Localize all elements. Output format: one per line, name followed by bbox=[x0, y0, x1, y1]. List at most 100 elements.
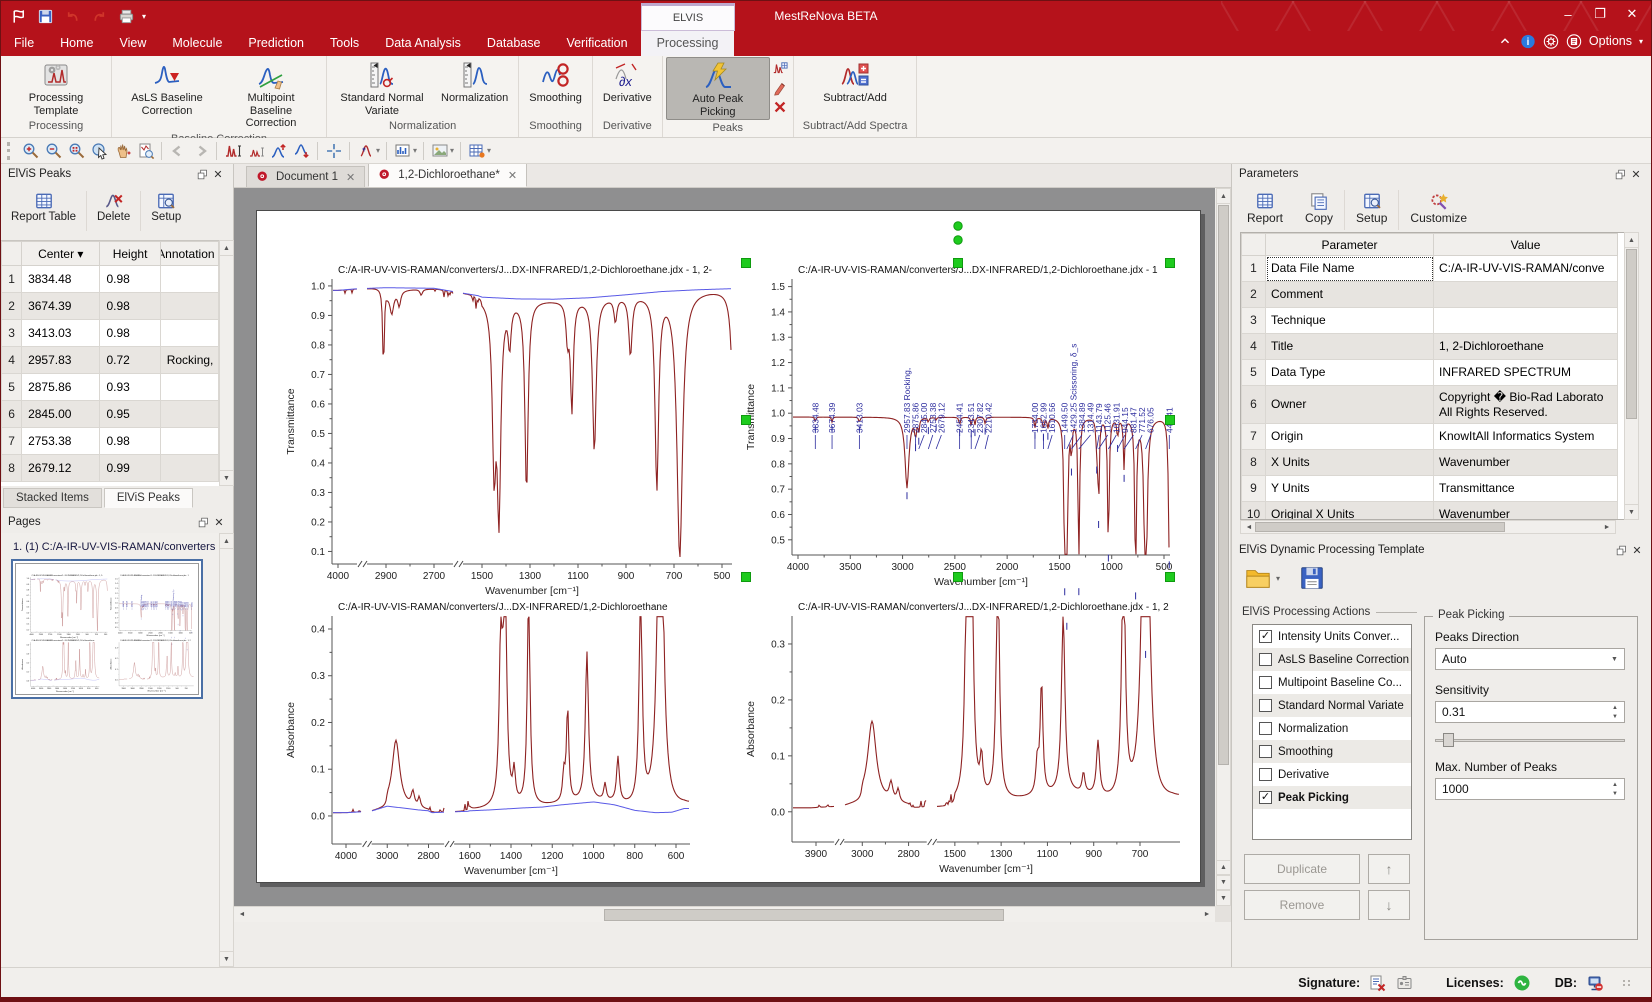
parameter-name[interactable]: Technique bbox=[1266, 308, 1434, 334]
column-header-height[interactable]: Height bbox=[100, 242, 160, 266]
row-number[interactable]: 4 bbox=[2, 347, 22, 374]
document-page[interactable]: 0.10.20.30.40.50.60.70.80.91.04000290027… bbox=[256, 210, 1201, 883]
ribbon-button-asls-baseline-correction[interactable]: AsLS Baseline Correction bbox=[115, 57, 219, 118]
action-item-normalization[interactable]: Normalization bbox=[1253, 717, 1411, 740]
action-item-multipoint-baseline-co[interactable]: Multipoint Baseline Co... bbox=[1253, 671, 1411, 694]
action-item-peak-picking[interactable]: ✓Peak Picking bbox=[1253, 786, 1411, 809]
move-down-button[interactable]: ↓ bbox=[1368, 890, 1410, 920]
menu-item-home[interactable]: Home bbox=[47, 31, 106, 56]
resize-grip[interactable] bbox=[1623, 980, 1631, 986]
report-preview-button[interactable] bbox=[134, 140, 157, 162]
display-options-button[interactable] bbox=[391, 140, 414, 162]
parameters-grid[interactable]: ParameterValue1Data File NameC:/A-IR-UV-… bbox=[1241, 233, 1618, 520]
parameter-row[interactable]: 5Data TypeINFRARED SPECTRUM bbox=[1242, 360, 1618, 386]
parameter-row[interactable]: 10Original X UnitsWavenumber bbox=[1242, 502, 1618, 521]
crosshair-button[interactable] bbox=[322, 140, 345, 162]
ribbon-button-multipoint-baseline-correction[interactable]: Multipoint Baseline Correction bbox=[219, 57, 323, 131]
peak-style-button[interactable] bbox=[354, 140, 377, 162]
page-down-icon[interactable]: ▼ bbox=[1217, 875, 1230, 890]
minimize-button[interactable]: – bbox=[1552, 2, 1584, 26]
checkbox-checked-icon[interactable]: ✓ bbox=[1259, 630, 1272, 643]
image-options-button[interactable] bbox=[428, 140, 451, 162]
ribbon-button-auto-peak-picking[interactable]: Auto Peak Picking bbox=[666, 57, 770, 120]
page-up-icon[interactable]: ▲ bbox=[1217, 860, 1230, 875]
scroll-down-icon[interactable]: ▼ bbox=[220, 470, 233, 485]
peaks-full-button[interactable] bbox=[221, 140, 244, 162]
cell[interactable] bbox=[160, 455, 218, 482]
action-item-asls-baseline-correction[interactable]: AsLS Baseline Correction bbox=[1253, 648, 1411, 671]
tab-elvis-peaks[interactable]: ElViS Peaks bbox=[104, 488, 193, 508]
cell[interactable]: 0.72 bbox=[100, 347, 160, 374]
checkbox-icon[interactable] bbox=[1259, 745, 1272, 758]
menu-item-verification[interactable]: Verification bbox=[553, 31, 640, 56]
parameter-value[interactable]: 1, 2-Dichloroethane bbox=[1434, 334, 1618, 360]
document-tab-1-2-dichloroethane[interactable]: 1,2-Dichloroethane*✕ bbox=[368, 163, 527, 187]
table-row[interactable]: 82679.120.99 bbox=[2, 455, 219, 482]
checkbox-icon[interactable] bbox=[1259, 676, 1272, 689]
chevron-down-icon[interactable]: ▾ bbox=[413, 146, 417, 155]
parameter-value[interactable]: Transmittance bbox=[1434, 476, 1618, 502]
chevron-down-icon[interactable]: ▾ bbox=[376, 146, 380, 155]
signature-id-icon[interactable] bbox=[1396, 974, 1414, 992]
column-header-parameter[interactable]: Parameter bbox=[1266, 234, 1434, 256]
peaks-table[interactable]: Center ▾HeightAnnotation13834.480.982367… bbox=[1, 240, 219, 486]
parameter-name[interactable]: Data File Name bbox=[1266, 256, 1434, 282]
ribbon-button-smoothing[interactable]: Smoothing bbox=[522, 57, 589, 106]
parameter-row[interactable]: 2Comment bbox=[1242, 282, 1618, 308]
row-number[interactable]: 2 bbox=[1242, 282, 1266, 308]
scrollbar-thumb[interactable] bbox=[1255, 522, 1505, 532]
scrollbar-thumb[interactable] bbox=[1626, 249, 1637, 419]
slider-thumb[interactable] bbox=[1443, 733, 1454, 747]
folder-caret-icon[interactable]: ▾ bbox=[1276, 574, 1280, 583]
cell[interactable]: 3834.48 bbox=[22, 266, 100, 293]
checkbox-icon[interactable] bbox=[1259, 699, 1272, 712]
action-item-standard-normal-variate[interactable]: Standard Normal Variate bbox=[1253, 694, 1411, 717]
parameter-name[interactable]: Title bbox=[1266, 334, 1434, 360]
parameter-row[interactable]: 9Y UnitsTransmittance bbox=[1242, 476, 1618, 502]
peak-add-button[interactable] bbox=[267, 140, 290, 162]
pages-scrollbar[interactable]: ▲ ▼ bbox=[219, 533, 234, 967]
scroll-up-icon[interactable]: ▲ bbox=[1625, 233, 1638, 248]
peak-remove-button[interactable] bbox=[290, 140, 313, 162]
undo-button[interactable] bbox=[61, 5, 83, 27]
zoom-region-button[interactable] bbox=[65, 140, 88, 162]
duplicate-button[interactable]: Duplicate bbox=[1244, 854, 1360, 884]
parameter-name[interactable]: X Units bbox=[1266, 450, 1434, 476]
maximize-button[interactable]: ❐ bbox=[1584, 2, 1616, 26]
parameter-value[interactable] bbox=[1434, 308, 1618, 334]
parameter-row[interactable]: 1Data File NameC:/A-IR-UV-VIS-RAMAN/conv… bbox=[1242, 256, 1618, 282]
menu-item-view[interactable]: View bbox=[107, 31, 160, 56]
table-row[interactable]: 62845.000.95 bbox=[2, 401, 219, 428]
parameter-value[interactable]: INFRARED SPECTRUM bbox=[1434, 360, 1618, 386]
options-button[interactable]: Options bbox=[1589, 34, 1632, 48]
parameter-value[interactable]: KnowItAll Informatics System bbox=[1434, 424, 1618, 450]
cell[interactable]: 2753.38 bbox=[22, 428, 100, 455]
nav-back-button[interactable] bbox=[166, 140, 189, 162]
quick-access-caret-icon[interactable]: ▾ bbox=[142, 12, 146, 21]
row-number[interactable]: 3 bbox=[2, 320, 22, 347]
cell[interactable]: 2845.00 bbox=[22, 401, 100, 428]
pointer-button[interactable] bbox=[88, 140, 111, 162]
cell[interactable] bbox=[160, 320, 218, 347]
parameter-name[interactable]: Data Type bbox=[1266, 360, 1434, 386]
column-header-rownum[interactable] bbox=[2, 242, 22, 266]
zoom-in-button[interactable] bbox=[19, 140, 42, 162]
row-number[interactable]: 4 bbox=[1242, 334, 1266, 360]
table-row[interactable]: 52875.860.93 bbox=[2, 374, 219, 401]
sensitivity-input[interactable]: 0.31 ▲▼ bbox=[1435, 701, 1625, 723]
signature-invalid-icon[interactable] bbox=[1369, 974, 1387, 992]
chevron-down-icon[interactable]: ▼ bbox=[1606, 650, 1623, 668]
table-row[interactable]: 23674.390.98 bbox=[2, 293, 219, 320]
scroll-down-icon[interactable]: ▼ bbox=[1625, 504, 1638, 519]
nav-forward-button[interactable] bbox=[189, 140, 212, 162]
parameter-value[interactable]: Wavenumber bbox=[1434, 502, 1618, 521]
menu-item-prediction[interactable]: Prediction bbox=[235, 31, 317, 56]
table-row[interactable]: 33413.030.98 bbox=[2, 320, 219, 347]
spinner-arrows[interactable]: ▲▼ bbox=[1607, 703, 1623, 721]
peaks-data-grid[interactable]: Center ▾HeightAnnotation13834.480.982367… bbox=[1, 241, 219, 482]
parameter-row[interactable]: 3Technique bbox=[1242, 308, 1618, 334]
info-icon[interactable]: i bbox=[1520, 33, 1536, 49]
peaks-region-button[interactable] bbox=[244, 140, 267, 162]
pan-button[interactable] bbox=[111, 140, 134, 162]
menu-item-molecule[interactable]: Molecule bbox=[159, 31, 235, 56]
